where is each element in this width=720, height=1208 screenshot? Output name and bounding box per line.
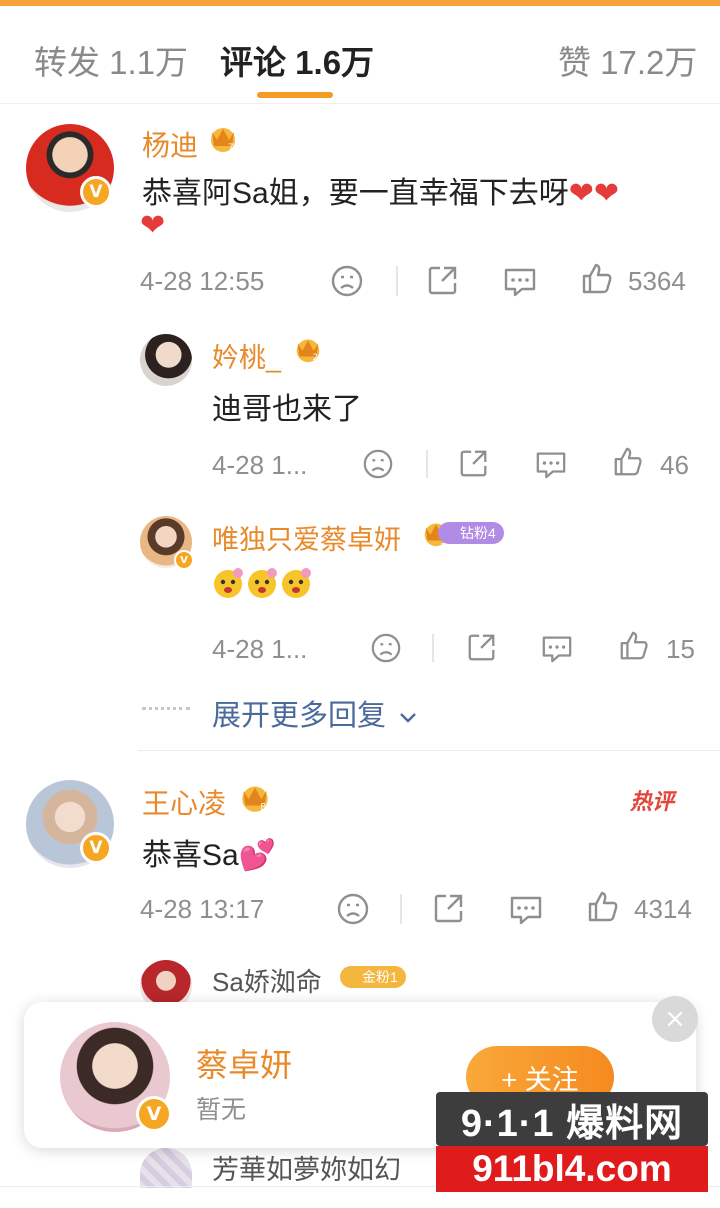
fan-badge: 钻粉4 bbox=[438, 522, 504, 544]
divider bbox=[400, 894, 402, 924]
like-thumb-icon[interactable] bbox=[580, 262, 614, 296]
tab-like[interactable]: 赞 17.2万 bbox=[558, 36, 697, 84]
like-count: 4314 bbox=[634, 894, 692, 924]
comment-username[interactable]: 杨迪 bbox=[142, 124, 198, 164]
chevron-down-icon bbox=[400, 713, 416, 723]
tab-bar: 转发 1.1万 评论 1.6万 赞 17.2万 bbox=[0, 6, 720, 104]
watermark-logo: 9·1·1 爆料网 911bl4.com bbox=[436, 1092, 708, 1200]
reply-username[interactable]: 芳華如夢妳如幻 bbox=[212, 1148, 401, 1187]
like-count: 15 bbox=[666, 634, 695, 664]
dislike-face-icon[interactable] bbox=[330, 264, 364, 298]
reply-text: 迪哥也来了 bbox=[212, 393, 362, 426]
comment-text: 恭喜阿Sa姐，要一直幸福下去呀❤❤ bbox=[142, 177, 619, 210]
comment-text-line2: ❤ bbox=[140, 209, 166, 242]
verified-icon: V bbox=[80, 176, 112, 208]
reply-time: 4-28 1... bbox=[212, 450, 308, 480]
like-thumb-icon[interactable] bbox=[586, 890, 620, 924]
like-thumb-icon[interactable] bbox=[618, 630, 650, 662]
share-icon[interactable] bbox=[432, 891, 466, 925]
card-user-bio: 暂无 bbox=[196, 1096, 247, 1124]
divider bbox=[432, 634, 434, 662]
dislike-face-icon[interactable] bbox=[336, 892, 370, 926]
watermark-url-text: 911bl4.com bbox=[436, 1146, 708, 1192]
dislike-face-icon[interactable] bbox=[370, 632, 402, 664]
dislike-face-icon[interactable] bbox=[362, 448, 394, 480]
reply-emoji-row bbox=[212, 564, 312, 608]
flower-emoji-icon bbox=[214, 568, 311, 598]
avatar[interactable] bbox=[140, 334, 192, 386]
close-icon[interactable]: × bbox=[652, 996, 698, 1042]
crown-icon: 8 bbox=[242, 786, 268, 813]
comment-divider bbox=[138, 750, 720, 751]
avatar[interactable] bbox=[140, 1148, 192, 1188]
svg-text:7: 7 bbox=[228, 143, 234, 153]
reply-username[interactable]: 妗桃_ bbox=[212, 336, 281, 375]
comment-username[interactable]: 王心凌 bbox=[142, 782, 226, 822]
crown-icon: 7 bbox=[211, 128, 235, 153]
card-user-name[interactable]: 蔡卓妍 bbox=[196, 1040, 292, 1086]
hot-comment-tag: 热评 bbox=[630, 789, 675, 814]
comment-time: 4-28 13:17 bbox=[140, 894, 265, 924]
dots-divider bbox=[142, 707, 190, 710]
fan-badge: 金粉1 bbox=[340, 966, 406, 988]
divider bbox=[396, 266, 398, 296]
like-count: 46 bbox=[660, 450, 689, 480]
reply-username[interactable]: Sa娇洳命 bbox=[212, 962, 322, 999]
crown-icon: 2 bbox=[296, 339, 320, 362]
comment-icon[interactable] bbox=[540, 632, 574, 664]
share-icon[interactable] bbox=[426, 263, 460, 297]
watermark-top-text: 9·1·1 爆料网 bbox=[436, 1092, 708, 1146]
verified-icon: V bbox=[136, 1096, 172, 1132]
comment-time: 4-28 12:55 bbox=[140, 266, 265, 296]
verified-icon: V bbox=[80, 832, 112, 864]
expand-replies-link[interactable]: 展开更多回复 bbox=[212, 692, 418, 734]
comment-text: 恭喜Sa💕 bbox=[142, 839, 277, 872]
share-icon[interactable] bbox=[466, 631, 498, 663]
verified-icon: V bbox=[174, 550, 194, 570]
svg-text:2: 2 bbox=[313, 352, 318, 362]
tab-repost[interactable]: 转发 1.1万 bbox=[34, 36, 188, 84]
comment-icon[interactable] bbox=[508, 892, 544, 926]
tab-active-indicator bbox=[257, 92, 333, 98]
tab-comment[interactable]: 评论 1.6万 bbox=[220, 36, 374, 84]
share-icon[interactable] bbox=[458, 447, 490, 479]
svg-text:8: 8 bbox=[260, 802, 266, 813]
comment-icon[interactable] bbox=[502, 264, 538, 298]
like-thumb-icon[interactable] bbox=[612, 446, 644, 478]
reply-username[interactable]: 唯独只爱蔡卓妍 bbox=[212, 518, 401, 557]
reply-time: 4-28 1... bbox=[212, 634, 308, 664]
comment-icon[interactable] bbox=[534, 448, 568, 480]
like-count: 5364 bbox=[628, 266, 686, 296]
divider bbox=[426, 450, 428, 478]
